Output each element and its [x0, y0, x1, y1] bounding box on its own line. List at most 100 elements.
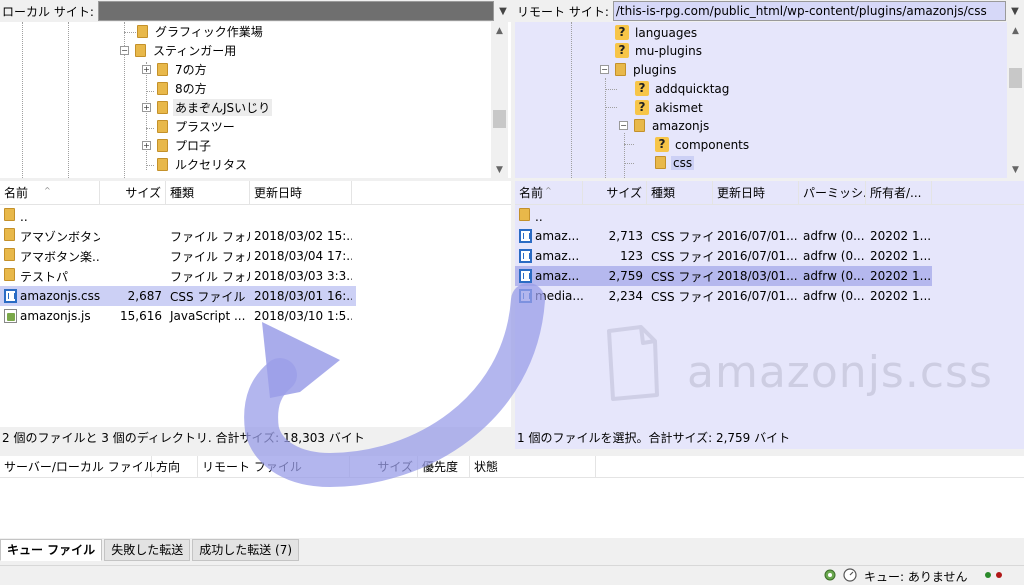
- status-bar: キュー: ありません: [0, 565, 1024, 585]
- local-tree-item[interactable]: + プロ子: [142, 136, 213, 155]
- scroll-down-icon[interactable]: ▼: [491, 161, 508, 178]
- table-row[interactable]: アマゾンボタン... ファイル フォル... 2018/03/02 15:...: [0, 226, 511, 246]
- scroll-down-icon[interactable]: ▼: [1007, 161, 1024, 178]
- queue-col-priority[interactable]: 優先度: [418, 456, 470, 478]
- remote-tree-item[interactable]: css: [655, 153, 695, 172]
- table-row[interactable]: amazonjs.js 15,616 JavaScript ... 2018/0…: [0, 306, 511, 326]
- expand-icon[interactable]: +: [142, 65, 151, 74]
- tree-item-label: addquicktag: [655, 81, 730, 96]
- queue-col-status[interactable]: 状態: [470, 456, 596, 478]
- table-row[interactable]: ..: [0, 206, 511, 226]
- column-header-type[interactable]: 種類: [647, 181, 713, 205]
- remote-site-label: リモート サイト:: [517, 4, 609, 19]
- folder-icon: [519, 208, 530, 221]
- scroll-up-icon[interactable]: ▲: [1007, 22, 1024, 39]
- tab-successful-transfers[interactable]: 成功した転送 (7): [192, 539, 300, 561]
- remote-tree-scrollbar[interactable]: ▲ ▼: [1007, 22, 1024, 178]
- column-header-size[interactable]: サイズ: [583, 181, 647, 205]
- table-row-selected[interactable]: amazonjs.css 2,687 CSS ファイル 2018/03/01 1…: [0, 286, 356, 306]
- folder-icon: [157, 120, 168, 133]
- table-row-selected[interactable]: amaz... 2,759 CSS ファイ... 2018/03/01... a…: [515, 266, 932, 286]
- remote-tree-item[interactable]: ? languages: [615, 23, 699, 42]
- folder-icon: [157, 101, 168, 114]
- local-site-input[interactable]: [97, 1, 494, 21]
- unknown-folder-icon: ?: [655, 137, 669, 152]
- column-header-size[interactable]: サイズ: [100, 181, 166, 205]
- table-row[interactable]: ..: [515, 206, 932, 226]
- remote-tree-item[interactable]: ? mu-plugins: [615, 41, 704, 60]
- local-tree-item[interactable]: ルクセリタス: [157, 155, 249, 174]
- remote-tree-item[interactable]: ? akismet: [635, 98, 705, 117]
- local-tree-item[interactable]: + 7の方: [142, 60, 209, 79]
- queue-col-local-file[interactable]: サーバー/ローカル ファイル: [0, 456, 156, 478]
- table-row[interactable]: amaz... 123 CSS ファイ... 2016/07/01... adf…: [515, 246, 932, 266]
- column-header-date[interactable]: 更新日時: [713, 181, 799, 205]
- queue-status-text: キュー: ありません: [864, 570, 968, 584]
- column-header-type[interactable]: 種類: [166, 181, 250, 205]
- remote-tree-item[interactable]: − amazonjs: [619, 116, 711, 135]
- remote-site-input[interactable]: /this-is-rpg.com/public_html/wp-content/…: [612, 1, 1006, 21]
- column-header-permissions[interactable]: パーミッシ...: [799, 181, 866, 205]
- tree-item-label: components: [675, 137, 750, 152]
- collapse-icon[interactable]: −: [120, 46, 129, 55]
- unknown-folder-icon: ?: [635, 100, 649, 115]
- table-row[interactable]: media... 2,234 CSS ファイ... 2016/07/01... …: [515, 286, 932, 306]
- folder-icon: [4, 227, 15, 241]
- tree-item-label: amazonjs: [652, 118, 710, 133]
- tree-item-label: languages: [635, 25, 698, 40]
- queue-col-remote-file[interactable]: リモート ファイル: [198, 456, 350, 478]
- tree-item-label: akismet: [655, 100, 703, 115]
- column-header-date[interactable]: 更新日時: [250, 181, 352, 205]
- unknown-folder-icon: ?: [615, 25, 629, 40]
- expand-icon[interactable]: +: [142, 103, 151, 112]
- speed-limit-icon[interactable]: [843, 568, 857, 582]
- filename-watermark: amazonjs.css: [687, 347, 993, 398]
- remote-tree: ? languages ? mu-plugins − plugins ? add…: [515, 22, 1024, 178]
- local-tree-item[interactable]: グラフィック作業場: [137, 22, 265, 41]
- table-row[interactable]: アマボタン楽... ファイル フォル... 2018/03/04 17:...: [0, 246, 511, 266]
- unknown-folder-icon: ?: [615, 43, 629, 58]
- column-header-name[interactable]: ^ 名前: [0, 181, 100, 205]
- tab-failed-transfers[interactable]: 失敗した転送: [104, 539, 191, 561]
- folder-icon: [157, 158, 168, 171]
- remote-site-dropdown-icon[interactable]: ▼: [1006, 1, 1024, 21]
- queue-header: サーバー/ローカル ファイル 方向 リモート ファイル サイズ 優先度 状態: [0, 456, 1024, 478]
- queue-tabs: キュー ファイル 失敗した転送 成功した転送 (7): [0, 539, 301, 561]
- collapse-icon[interactable]: −: [600, 65, 609, 74]
- local-site-dropdown-icon[interactable]: ▼: [494, 1, 512, 21]
- local-tree-item[interactable]: + あまぞんJSいじり: [142, 98, 273, 117]
- settings-gear-icon[interactable]: [823, 568, 837, 582]
- queue-col-size[interactable]: サイズ: [350, 456, 418, 478]
- column-header-name[interactable]: ^ 名前: [515, 181, 583, 205]
- sort-up-icon: ^: [44, 186, 51, 195]
- local-tree: グラフィック作業場 − スティンガー用 + 7の方 8の方 + あまぞんJSいじ…: [0, 22, 511, 178]
- remote-tree-item[interactable]: ? components: [655, 135, 751, 154]
- remote-tree-item[interactable]: ? addquicktag: [635, 79, 731, 98]
- scroll-up-icon[interactable]: ▲: [491, 22, 508, 39]
- remote-site-bar: リモート サイト: /this-is-rpg.com/public_html/w…: [515, 0, 1024, 22]
- local-site-bar: ローカル サイト: ▼: [0, 0, 512, 22]
- table-row[interactable]: amaz... 2,713 CSS ファイ... 2016/07/01... a…: [515, 226, 932, 246]
- table-row[interactable]: テストパ ファイル フォル... 2018/03/03 3:3...: [0, 266, 511, 286]
- local-tree-item[interactable]: − スティンガー用: [120, 41, 238, 60]
- local-site-label: ローカル サイト:: [2, 4, 94, 19]
- scroll-thumb[interactable]: [1009, 68, 1022, 88]
- column-header-owner[interactable]: 所有者/...: [866, 181, 932, 205]
- tree-item-label: plugins: [633, 62, 677, 77]
- scroll-thumb[interactable]: [493, 110, 506, 128]
- folder-icon: [655, 156, 666, 169]
- collapse-icon[interactable]: −: [619, 121, 628, 130]
- expand-icon[interactable]: +: [142, 141, 151, 150]
- local-tree-scrollbar[interactable]: ▲ ▼: [491, 22, 508, 178]
- local-tree-item[interactable]: プラスツー: [157, 117, 237, 136]
- js-file-icon: [4, 309, 17, 324]
- queue-col-direction[interactable]: 方向: [152, 456, 198, 478]
- tree-item-label: スティンガー用: [153, 44, 237, 58]
- tree-item-label: プロ子: [175, 139, 212, 153]
- tree-item-label: css: [671, 155, 695, 170]
- tab-queued-files[interactable]: キュー ファイル: [0, 539, 103, 561]
- local-tree-item[interactable]: 8の方: [157, 79, 209, 98]
- folder-icon: [634, 119, 645, 132]
- css-file-icon: [519, 269, 532, 284]
- remote-tree-item[interactable]: − plugins: [600, 60, 678, 79]
